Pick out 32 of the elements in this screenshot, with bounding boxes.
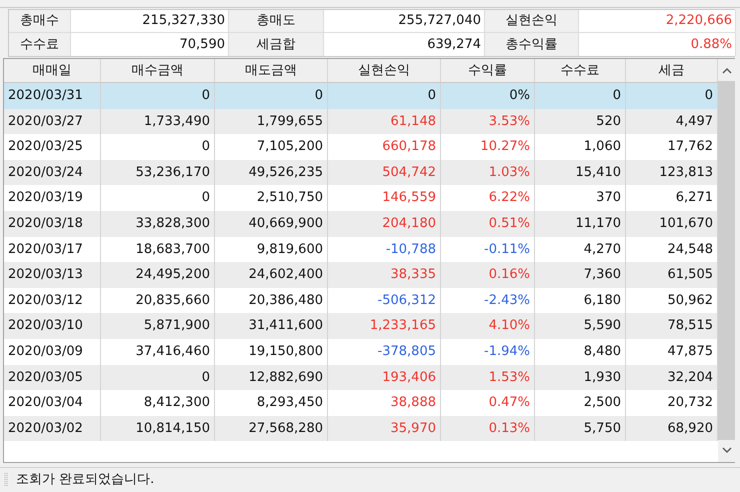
column-header[interactable]: 매매일 bbox=[4, 59, 101, 82]
summary-value: 0.88% bbox=[579, 33, 736, 56]
summary-value: 215,327,330 bbox=[71, 10, 229, 32]
summary-value: 639,274 bbox=[324, 33, 485, 56]
table-cell: 2020/03/02 bbox=[4, 416, 101, 442]
scroll-up-icon[interactable] bbox=[722, 67, 732, 75]
table-row[interactable]: 2020/03/24 53,236,170 49,526,235 504,742 1.03% 15,410 123,813 bbox=[4, 160, 718, 186]
table-row[interactable]: 2020/03/31 0 0 0 0% 0 0 bbox=[4, 83, 718, 109]
summary-value: 70,590 bbox=[71, 33, 229, 56]
column-header[interactable]: 수익률 bbox=[441, 59, 535, 82]
table-row[interactable]: 2020/03/18 33,828,300 40,669,900 204,180 0.51% 11,170 101,670 bbox=[4, 210, 718, 237]
table-row[interactable]: 2020/03/02 10,814,150 27,568,280 35,970 0.13% 5,750 68,920 bbox=[4, 416, 718, 442]
table-cell: 0.13% bbox=[441, 416, 535, 442]
table-row[interactable]: 2020/03/10 5,871,900 31,411,600 1,233,165 4.10% 5,590 78,515 bbox=[4, 313, 718, 339]
scroll-down-icon[interactable] bbox=[722, 446, 732, 454]
table-row[interactable]: 2020/03/05 0 12,882,690 193,406 1.53% 1,930 32,204 bbox=[4, 364, 718, 390]
table-cell: 35,970 bbox=[328, 416, 441, 442]
table-cell: 27,568,280 bbox=[215, 416, 328, 442]
column-header[interactable]: 수수료 bbox=[535, 59, 626, 82]
grip-icon bbox=[4, 472, 8, 488]
summary-value: 255,727,040 bbox=[324, 10, 485, 32]
summary-value: 2,220,666 bbox=[579, 10, 736, 32]
table-row[interactable]: 2020/03/17 18,683,700 9,819,600 -10,788 -0.11% 4,270 24,548 bbox=[4, 236, 718, 262]
table-cell: 5,750 bbox=[535, 416, 626, 442]
column-header[interactable]: 실현손익 bbox=[328, 59, 441, 82]
table-row[interactable]: 2020/03/12 20,835,660 20,386,480 -506,312 -2.43% 6,180 50,962 bbox=[4, 288, 718, 314]
column-header[interactable]: 매수금액 bbox=[101, 59, 215, 82]
table-row[interactable]: 2020/03/13 24,495,200 24,602,400 38,335 0.16% 7,360 61,505 bbox=[4, 262, 718, 288]
table-row[interactable]: 2020/03/27 1,733,490 1,799,655 61,148 3.53% 520 4,497 bbox=[4, 108, 718, 134]
column-header[interactable]: 매도금액 bbox=[215, 59, 328, 82]
status-message: 조회가 완료되었습니다. bbox=[16, 471, 154, 490]
table-cell: 10,814,150 bbox=[101, 416, 215, 442]
